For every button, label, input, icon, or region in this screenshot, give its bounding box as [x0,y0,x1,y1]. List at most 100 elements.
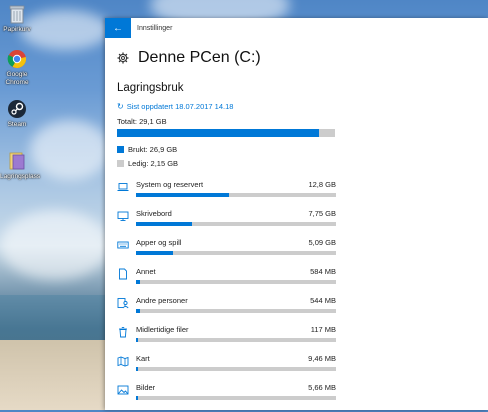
category-bar-fill [136,193,229,197]
category-body: Apper og spill 5,09 GB [136,238,336,255]
category-bar [136,280,336,284]
category-maps[interactable]: Kart 9,46 MB [117,354,488,383]
total-label: Totalt: 29,1 GB [117,117,167,126]
category-row: Andre personer 544 MB [136,296,336,305]
category-row: Kart 9,46 MB [136,354,336,363]
steam-icon [6,98,28,120]
category-name: Andre personer [136,296,188,305]
trash-icon [117,326,129,338]
category-name: Midlertidige filer [136,325,189,334]
section-title: Lagringsbruk [117,82,184,94]
legend-used: Brukt: 26,9 GB [117,145,488,154]
category-bar [136,338,336,342]
category-pictures[interactable]: Bilder 5,66 MB [117,383,488,412]
free-swatch [117,160,124,167]
cloud [0,210,110,280]
monitor-icon [117,210,129,222]
category-body: Midlertidige filer 117 MB [136,325,336,342]
category-row: Skrivebord 7,75 GB [136,209,336,218]
category-temp-files[interactable]: Midlertidige filer 117 MB [117,325,488,354]
category-bar [136,222,336,226]
category-size: 117 MB [310,325,336,334]
page-header: Denne PCen (C:) [117,47,488,69]
category-body: Andre personer 544 MB [136,296,336,313]
refresh-icon: ↻ [117,102,124,111]
category-desktop[interactable]: Skrivebord 7,75 GB [117,209,488,238]
category-body: Kart 9,46 MB [136,354,336,371]
category-row: Midlertidige filer 117 MB [136,325,336,334]
window-title: Innstillinger [137,24,173,32]
back-button[interactable]: ← [105,18,131,38]
document-icon [117,268,129,280]
category-list: System og reservert 12,8 GB Skrivebord 7,7… [117,180,488,412]
category-other[interactable]: Annet 584 MB [117,267,488,296]
category-row: Apper og spill 5,09 GB [136,238,336,247]
folder-icon [6,150,28,172]
total-usage-bar [117,129,335,137]
map-icon [117,355,129,367]
category-body: Annet 584 MB [136,267,336,284]
category-bar [136,396,336,400]
category-size: 5,09 GB [308,238,336,247]
category-body: Skrivebord 7,75 GB [136,209,336,226]
picture-icon [117,384,129,396]
category-other-people[interactable]: Andre personer 544 MB [117,296,488,325]
cloud [30,120,110,180]
desktop-icon-folder[interactable]: Lagringsplass [0,150,41,181]
category-body: Bilder 5,66 MB [136,383,336,400]
page-title: Denne PCen (C:) [138,49,261,66]
category-bar-fill [136,396,138,400]
category-bar-fill [136,280,140,284]
category-bar-fill [136,222,192,226]
category-bar [136,193,336,197]
sea [0,295,110,340]
category-size: 584 MB [310,267,336,276]
category-apps[interactable]: Apper og spill 5,09 GB [117,238,488,267]
category-row: Annet 584 MB [136,267,336,276]
category-size: 7,75 GB [308,209,336,218]
category-name: Apper og spill [136,238,182,247]
category-name: Kart [136,354,150,363]
storage-page: Denne PCen (C:) Lagringsbruk ↻ Sist oppd… [117,38,488,412]
desktop-icon-label: Papirkurv [3,26,31,33]
category-row: Bilder 5,66 MB [136,383,336,392]
used-swatch [117,146,124,153]
category-row: System og reservert 12,8 GB [136,180,336,189]
keyboard-icon [117,239,129,251]
total-usage-fill [117,129,319,137]
category-system[interactable]: System og reservert 12,8 GB [117,180,488,209]
arrow-left-icon: ← [113,22,123,34]
category-name: Bilder [136,383,156,392]
refresh-link[interactable]: ↻ Sist oppdatert 18.07.2017 14.18 [117,102,488,111]
title-bar: ← Innstillinger [105,18,488,38]
desktop-icon-label: Lagringsplass [0,173,41,180]
desktop-icon-chrome[interactable]: Google Chrome [0,48,34,87]
category-name: Annet [136,267,156,276]
free-label: Ledig: 2,15 GB [128,159,179,168]
laptop-icon [117,181,129,193]
category-bar [136,367,336,371]
category-bar-fill [136,338,138,342]
desktop-icon-steam[interactable]: Steam [0,98,34,129]
category-bar [136,251,336,255]
person-icon [117,297,129,309]
legend-free: Ledig: 2,15 GB [117,159,488,168]
desktop-icon-label: Google Chrome [5,71,29,86]
category-bar [136,309,336,313]
category-bar-fill [136,309,140,313]
category-size: 544 MB [310,296,336,305]
category-name: Skrivebord [136,209,172,218]
category-bar-fill [136,367,138,371]
desktop-icon-label: Steam [7,121,27,128]
category-body: System og reservert 12,8 GB [136,180,336,197]
category-name: System og reservert [136,180,204,189]
category-size: 12,8 GB [308,180,336,189]
category-bar-fill [136,251,173,255]
sand [0,340,110,410]
settings-window: ← Innstillinger Denne PCen (C:) Lagrings… [105,18,488,410]
last-updated-text: Sist oppdatert 18.07.2017 14.18 [126,102,234,111]
category-size: 5,66 MB [308,383,336,392]
used-label: Brukt: 26,9 GB [128,145,178,154]
desktop-icon-recycle-bin[interactable]: Papirkurv [0,3,34,34]
gear-icon [117,52,129,64]
